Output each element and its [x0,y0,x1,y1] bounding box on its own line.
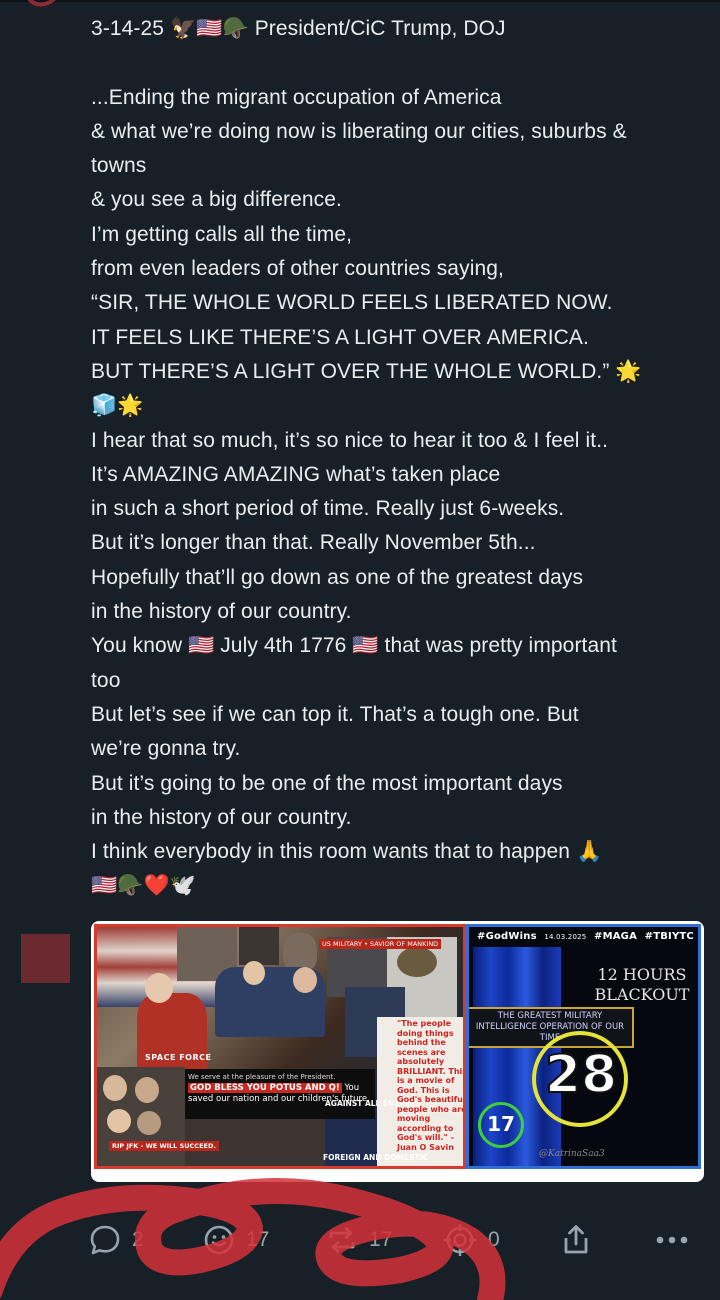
repost-count: 17 [369,1228,393,1251]
post-line: in such a short period of time. Really j… [91,497,565,521]
reply-count: 2 [132,1228,144,1251]
post-line: I hear that so much, it’s so nice to hea… [91,428,609,452]
post-line: 🧊🌟 [91,394,144,418]
media-attachment[interactable]: US MILITARY • SAVIOR OF MANKIND SPACE FO… [91,921,704,1182]
post-line: towns [91,154,147,178]
post-line: in the history of our country. [91,805,352,829]
hashtag-row: #GodWins 14.03.2025 #MAGA #TBIYTC [477,931,694,942]
post-line: Hopefully that’ll go down as one of the … [91,565,584,589]
smiley-icon [204,1225,234,1255]
repost-icon [329,1227,355,1253]
god-bless-line: GOD BLESS YOU POTUS AND Q! [188,1083,342,1093]
post-line [91,46,711,80]
post-line: I’m getting calls all the time, [91,222,353,246]
post-line: 🇺🇸🪖❤️🕊️ [91,874,196,898]
post-line: But let’s see if we can top it. That’s a… [91,702,579,726]
post-line: in the history of our country. [91,600,352,624]
post-line: we’re gonna try. [91,737,241,761]
blackout-image[interactable]: #GodWins 14.03.2025 #MAGA #TBIYTC 12 HOU… [466,924,701,1169]
more-options-button[interactable] [655,1210,689,1270]
number-28: 28 [544,1044,618,1106]
hashtag-maga: #MAGA [594,931,638,942]
juan-o-savin-quote: "The people doing things behind the scen… [397,1019,466,1152]
reply-button[interactable]: 2 [88,1210,144,1270]
blackout-title: 12 HOURS BLACKOUT [594,965,690,1004]
us-military-tag: US MILITARY • SAVIOR OF MANKIND [319,939,442,949]
hashtag-tbiytc: #TBIYTC [644,931,694,942]
image-signature: @KatrinaSaa3 [539,1149,605,1159]
post-line: It’s AMAZING AMAZING what’s taken place [91,462,501,486]
image-date: 14.03.2025 [544,933,587,941]
post-line: ...Ending the migrant occupation of Amer… [91,85,502,109]
post-line: 3-14-25 🦅🇺🇸🪖 President/CiC Trump, DOJ [91,17,506,40]
rip-jfk-tag: RIP JFK - WE WILL SUCCEED. [109,1141,219,1151]
post-line: BUT THERE’S A LIGHT OVER THE WHOLE WORLD… [91,359,642,383]
post-body: 3-14-25 🦅🇺🇸🪖 President/CiC Trump, DOJ...… [91,12,711,904]
patriot-collage-image[interactable]: US MILITARY • SAVIOR OF MANKIND SPACE FO… [94,924,466,1169]
avatar-placeholder [21,934,70,983]
post-line: But it’s going to be one of the most imp… [91,771,563,795]
share-button[interactable] [560,1210,592,1270]
bookmark-count: 0 [488,1228,500,1251]
number-17: 17 [487,1112,515,1136]
post-line: I think everybody in this room wants tha… [91,840,603,864]
foreign-domestic-label: FOREIGN AND DOMESTIC [323,1153,429,1162]
avatar[interactable] [28,0,62,16]
reply-bubble-icon [90,1225,120,1255]
post-line: & what we’re doing now is liberating our… [91,119,627,143]
post-line: too [91,668,121,692]
potus-quote-box: We serve at the pleasure of the Presiden… [185,1069,375,1119]
repost-button[interactable]: 17 [325,1210,392,1270]
post-line: “SIR, THE WHOLE WORLD FEELS LIBERATED NO… [91,291,613,315]
serve-line: We serve at the pleasure of the Presiden… [188,1073,336,1081]
post-line: You know 🇺🇸 July 4th 1776 🇺🇸 that was pr… [91,634,617,658]
post-line: & you see a big difference. [91,188,342,212]
bookmark-target-button[interactable]: 0 [442,1210,500,1270]
space-force-label: SPACE FORCE [145,1053,212,1062]
top-divider [0,0,720,2]
post-line: IT FEELS LIKE THERE’S A LIGHT OVER AMERI… [91,325,589,349]
more-dots-icon [656,1236,688,1244]
post-line: from even leaders of other countries say… [91,257,504,281]
post-actions-bar: 2 17 17 0 [0,1210,720,1270]
hashtag-godwins: #GodWins [477,931,537,942]
reaction-count: 17 [246,1228,270,1251]
post-line: But it’s longer than that. Really Novemb… [91,531,536,555]
reaction-button[interactable]: 17 [202,1210,269,1270]
crosshair-icon [444,1224,476,1256]
share-icon [564,1225,588,1254]
